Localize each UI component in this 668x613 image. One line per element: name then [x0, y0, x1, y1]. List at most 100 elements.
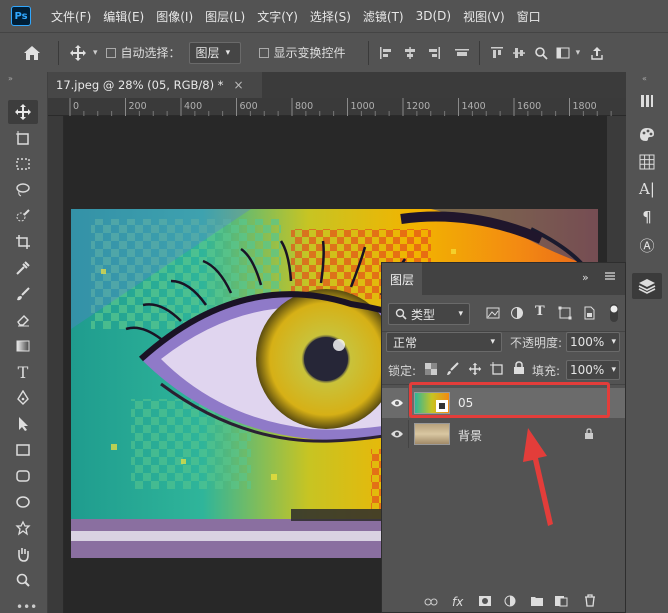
ruler-label: 1600 — [517, 101, 541, 112]
type-filter-icon[interactable]: T — [535, 304, 545, 319]
lock-transparent-icon[interactable] — [425, 363, 437, 378]
eye-icon[interactable] — [390, 396, 404, 410]
adjustment-layer-icon[interactable] — [504, 595, 516, 610]
more-tools-icon[interactable]: ••• — [16, 600, 37, 613]
quick-select-tool-icon[interactable] — [8, 204, 38, 228]
eye-icon[interactable] — [390, 427, 404, 441]
smart-object-filter-icon[interactable] — [582, 306, 596, 323]
blend-mode-dropdown[interactable]: 正常 ▾ — [386, 332, 502, 352]
filter-toggle-icon[interactable] — [608, 303, 620, 323]
fill-input[interactable]: 100% ▾ — [566, 360, 620, 380]
lock-all-icon[interactable] — [513, 361, 525, 378]
trash-icon[interactable] — [584, 594, 596, 610]
menu-layer[interactable]: 图层(L) — [205, 8, 245, 25]
align-center-icon[interactable] — [401, 46, 419, 60]
gradient-tool-icon[interactable] — [8, 334, 38, 358]
align-middle-icon[interactable] — [510, 46, 528, 60]
ruler-label: 200 — [129, 101, 147, 112]
show-transform-checkbox[interactable] — [258, 47, 269, 58]
rounded-rect-tool-icon[interactable] — [8, 464, 38, 488]
photoshop-window: Ps 文件(F) 编辑(E) 图像(I) 图层(L) 文字(Y) 选择(S) 滤… — [0, 0, 668, 613]
auto-select-checkbox[interactable] — [105, 47, 116, 58]
new-layer-icon[interactable] — [554, 595, 568, 610]
crop-tool-icon[interactable] — [8, 230, 38, 254]
menu-filter[interactable]: 滤镜(T) — [363, 8, 404, 25]
menu-file[interactable]: 文件(F) — [51, 8, 91, 25]
smart-object-icon — [436, 400, 448, 412]
align-right-icon[interactable] — [425, 46, 443, 60]
collapse-icon[interactable]: » — [582, 271, 589, 284]
add-mask-icon[interactable] — [478, 595, 492, 610]
type-tool-icon[interactable]: T — [8, 360, 38, 384]
layer-filter-dropdown[interactable]: 类型 ▾ — [388, 303, 470, 325]
ruler-label: 600 — [240, 101, 258, 112]
distribute-icon[interactable] — [453, 46, 471, 60]
zoom-tool-icon[interactable] — [8, 568, 38, 592]
move-tool-icon[interactable] — [67, 44, 89, 62]
swatches-icon[interactable] — [636, 151, 658, 173]
menu-type[interactable]: 文字(Y) — [257, 8, 298, 25]
custom-shape-tool-icon[interactable] — [8, 516, 38, 540]
panel-menu-icon[interactable] — [604, 270, 616, 285]
pen-tool-icon[interactable] — [8, 386, 38, 410]
opacity-value: 100% — [570, 335, 605, 349]
eyedropper-tool-icon[interactable] — [8, 256, 38, 280]
marquee-tool-icon[interactable] — [8, 152, 38, 176]
layer-name: 05 — [458, 396, 474, 410]
adjustment-filter-icon[interactable] — [510, 306, 524, 323]
layers-panel: 图层 » 类型 ▾ T 正常 ▾ 不透明度: 100% ▾ 锁定: 填充: 10… — [381, 262, 626, 613]
link-layers-icon[interactable] — [424, 596, 438, 610]
opacity-input[interactable]: 100% ▾ — [566, 332, 620, 352]
menu-view[interactable]: 视图(V) — [463, 8, 505, 25]
layers-tab[interactable]: 图层 — [382, 263, 422, 295]
menu-edit[interactable]: 编辑(E) — [103, 8, 144, 25]
workspace-icon[interactable] — [554, 46, 572, 60]
lasso-tool-icon[interactable] — [8, 178, 38, 202]
home-icon[interactable] — [22, 45, 42, 61]
align-left-icon[interactable] — [377, 46, 395, 60]
collapse-icon[interactable]: » — [8, 74, 13, 83]
ruler-label: 1000 — [351, 101, 375, 112]
lock-image-icon[interactable] — [446, 362, 460, 379]
chevron-down-icon[interactable]: ▾ — [576, 48, 581, 58]
hand-tool-icon[interactable] — [8, 542, 38, 566]
layer-row-background[interactable]: 背景 — [382, 420, 625, 448]
shape-filter-icon[interactable] — [558, 306, 572, 323]
pixel-filter-icon[interactable] — [486, 306, 500, 323]
eraser-tool-icon[interactable] — [8, 308, 38, 332]
menu-window[interactable]: 窗口 — [517, 8, 541, 25]
fill-value: 100% — [570, 363, 605, 377]
fill-label: 填充: — [532, 364, 561, 378]
menu-image[interactable]: 图像(I) — [156, 8, 193, 25]
paragraph-icon[interactable]: ¶ — [636, 206, 658, 228]
color-icon[interactable] — [636, 123, 658, 145]
character-icon[interactable]: A| — [636, 178, 658, 200]
chevron-down-icon[interactable]: ▾ — [93, 48, 98, 58]
auto-select-dropdown[interactable]: 图层 ▾ — [188, 41, 241, 64]
ellipse-tool-icon[interactable] — [8, 490, 38, 514]
artboard-tool-icon[interactable] — [8, 126, 38, 150]
move-tool-icon[interactable] — [8, 100, 38, 124]
history-icon[interactable] — [636, 90, 658, 112]
glyphs-icon[interactable]: Ⓐ — [636, 234, 658, 256]
share-icon[interactable] — [588, 46, 606, 60]
layer-thumbnail — [414, 423, 450, 445]
lock-position-icon[interactable] — [468, 362, 482, 379]
rectangle-tool-icon[interactable] — [8, 438, 38, 462]
document-tab[interactable]: 17.jpeg @ 28% (05, RGB/8) * × — [48, 72, 262, 98]
close-icon[interactable]: × — [234, 78, 244, 92]
filter-kind-value: 类型 — [411, 307, 436, 322]
collapse-icon[interactable]: « — [642, 74, 647, 83]
brush-tool-icon[interactable] — [8, 282, 38, 306]
path-select-tool-icon[interactable] — [8, 412, 38, 436]
layer-row-05[interactable]: 05 — [382, 388, 625, 418]
lock-artboard-icon[interactable] — [490, 362, 504, 379]
layers-panel-icon[interactable] — [632, 273, 662, 299]
menu-3d[interactable]: 3D(D) — [416, 9, 451, 23]
auto-select-value: 图层 — [195, 46, 220, 60]
fx-icon[interactable]: fx — [452, 595, 463, 609]
align-top-icon[interactable] — [488, 46, 506, 60]
search-icon[interactable] — [532, 46, 550, 60]
group-icon[interactable] — [530, 595, 544, 610]
menu-select[interactable]: 选择(S) — [310, 8, 351, 25]
